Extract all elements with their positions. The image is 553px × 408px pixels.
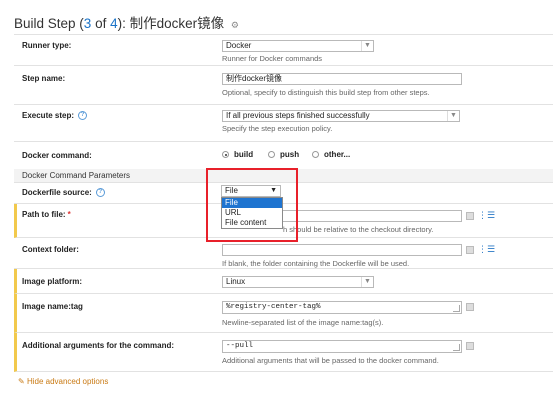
image-name-tag-row: Image name:tag %registry-center-tag% New… [14, 294, 553, 333]
radio-build[interactable]: build [222, 150, 253, 159]
chevron-down-icon: ▼ [447, 111, 459, 121]
page-title: Build Step (3 of 4): 制作docker镜像 ⚙ [14, 16, 239, 31]
resize-handle-icon[interactable] [453, 344, 460, 351]
step-name-input[interactable]: 制作docker镜像 [222, 73, 462, 85]
expand-button[interactable] [466, 342, 474, 350]
runner-type-hint: Runner for Docker commands [222, 54, 323, 63]
clear-button[interactable] [466, 212, 474, 220]
image-platform-select[interactable]: Linux ▼ [222, 276, 374, 288]
image-name-tag-hint: Newline-separated list of the image name… [222, 318, 384, 327]
tree-browse-icon[interactable]: ⋮☰ [478, 211, 495, 220]
path-to-file-label-wrap: Path to file: * [22, 210, 71, 219]
chevron-down-icon: ▼ [361, 41, 373, 51]
execute-step-row: Execute step:? If all previous steps fin… [14, 105, 553, 142]
runner-type-select[interactable]: Docker ▼ [222, 40, 374, 52]
radio-empty-icon [312, 151, 319, 158]
step-name-row: Step name: 制作docker镜像 Optional, specify … [14, 66, 553, 105]
radio-empty-icon [268, 151, 275, 158]
execute-step-hint: Specify the step execution policy. [222, 124, 333, 133]
additional-args-hint: Additional arguments that will be passed… [222, 356, 439, 365]
context-folder-input[interactable] [222, 244, 462, 256]
dockerfile-source-label: Dockerfile source: [22, 188, 92, 197]
dockerfile-source-label-wrap: Dockerfile source:? [22, 188, 105, 197]
image-platform-label: Image platform: [22, 277, 83, 286]
additional-args-textarea[interactable]: --pull [222, 340, 462, 353]
step-name-hint: Optional, specify to distinguish this bu… [222, 88, 430, 97]
wrench-icon: ✎ [18, 377, 25, 386]
context-folder-row: Context folder: ⋮☰ If blank, the folder … [14, 238, 553, 269]
execute-step-label: Execute step: [22, 111, 75, 120]
help-icon[interactable]: ? [95, 188, 105, 197]
clear-button[interactable] [466, 246, 474, 254]
context-folder-hint: If blank, the folder containing the Dock… [222, 259, 410, 268]
docker-command-label: Docker command: [22, 151, 92, 160]
runner-type-row: Runner type: Docker ▼ Runner for Docker … [14, 35, 553, 66]
context-folder-label: Context folder: [22, 245, 79, 254]
gear-icon[interactable]: ⚙ [231, 20, 239, 30]
build-step-form: Runner type: Docker ▼ Runner for Docker … [14, 34, 553, 372]
hide-advanced-link[interactable]: ✎ Hide advanced options [18, 377, 108, 386]
execute-step-select[interactable]: If all previous steps finished successfu… [222, 110, 460, 122]
runner-type-label: Runner type: [22, 41, 72, 50]
execute-step-label-wrap: Execute step:? [22, 111, 88, 120]
image-name-tag-label: Image name:tag [22, 302, 83, 311]
radio-push[interactable]: push [268, 150, 299, 159]
image-platform-row: Image platform: Linux ▼ [14, 269, 553, 294]
annotation-highlight-box [206, 168, 298, 242]
step-name-label: Step name: [22, 74, 66, 83]
path-to-file-hint: h should be relative to the checkout dir… [283, 225, 434, 234]
required-mark: * [67, 210, 71, 219]
docker-command-row: Docker command: build push other... [14, 142, 553, 170]
tree-browse-icon[interactable]: ⋮☰ [478, 245, 495, 254]
image-name-tag-textarea[interactable]: %registry-center-tag% [222, 301, 462, 314]
additional-args-row: Additional arguments for the command: --… [14, 333, 553, 372]
path-to-file-label: Path to file: [22, 210, 66, 219]
radio-selected-icon [222, 151, 229, 158]
radio-other[interactable]: other... [312, 150, 350, 159]
step-total: 4 [110, 16, 118, 31]
expand-button[interactable] [466, 303, 474, 311]
help-icon[interactable]: ? [78, 111, 88, 120]
additional-args-label: Additional arguments for the command: [22, 341, 175, 350]
resize-handle-icon[interactable] [453, 305, 460, 312]
chevron-down-icon: ▼ [361, 277, 373, 287]
